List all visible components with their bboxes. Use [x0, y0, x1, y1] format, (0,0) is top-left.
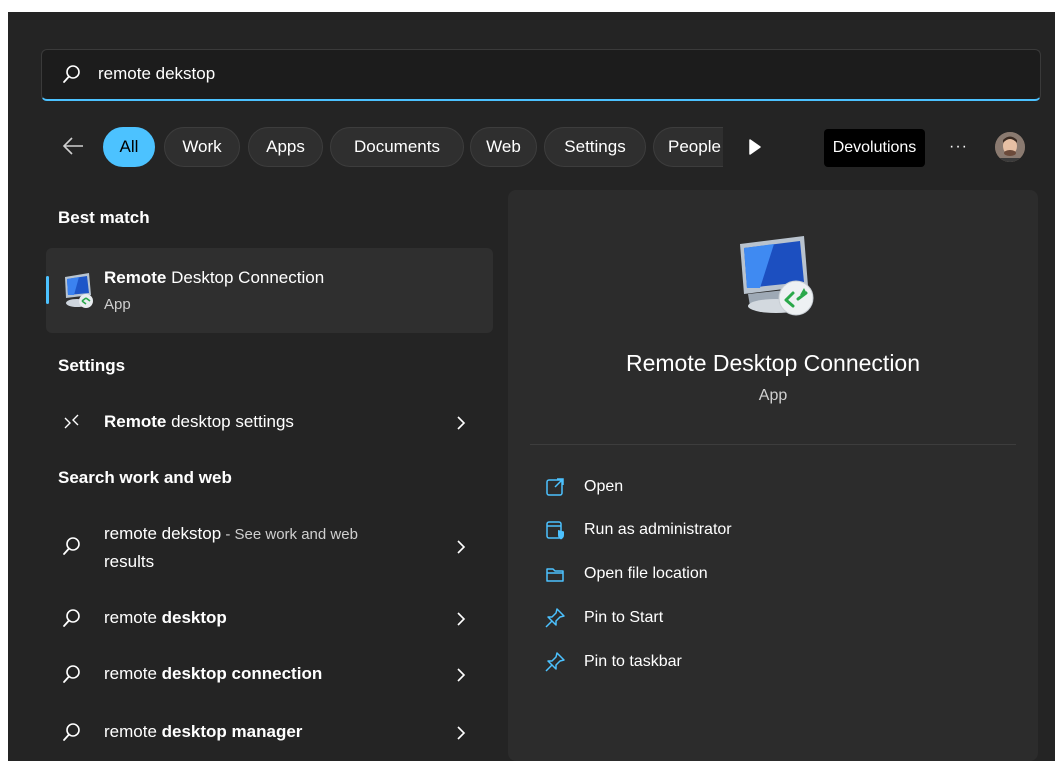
search-icon: [63, 665, 80, 683]
web-result-item[interactable]: remote desktop manager: [46, 710, 493, 754]
search-icon: [63, 65, 80, 83]
chevron-right-icon: [457, 540, 466, 554]
search-icon: [63, 723, 80, 741]
remote-desktop-settings-icon: [64, 414, 79, 429]
search-box[interactable]: remote dekstop: [41, 49, 1041, 101]
tab-documents[interactable]: Documents: [330, 127, 464, 167]
action-open-file-location[interactable]: Open file location: [544, 561, 844, 589]
web-result-label: remote desktop connection: [104, 664, 323, 683]
user-avatar[interactable]: [995, 132, 1025, 162]
best-match-title: Remote Desktop Connection: [104, 268, 325, 287]
organization-badge[interactable]: Devolutions: [824, 129, 925, 167]
action-label: Run as administrator: [584, 521, 732, 538]
web-result-label: remote desktop: [104, 608, 227, 627]
chevron-right-icon: [457, 416, 466, 430]
settings-item-label: Remote desktop settings: [104, 412, 294, 431]
remote-desktop-app-icon: [740, 236, 814, 316]
action-label: Open file location: [584, 565, 708, 582]
back-arrow-icon[interactable]: [61, 134, 85, 158]
more-options-button[interactable]: ···: [949, 138, 968, 156]
chevron-right-icon: [457, 612, 466, 626]
start-search-panel: remote dekstop All Work Apps Documents W…: [8, 12, 1055, 761]
tab-apps[interactable]: Apps: [248, 127, 323, 167]
action-label: Pin to Start: [584, 609, 664, 626]
search-icon: [63, 609, 80, 627]
search-icon: [63, 537, 80, 555]
web-result-label: remote desktop manager: [104, 722, 303, 741]
selection-indicator: [46, 276, 49, 304]
preview-title: Remote Desktop Connection: [625, 350, 921, 376]
divider: [530, 444, 1016, 445]
action-label: Open: [584, 478, 624, 495]
web-result-item[interactable]: remote desktop connection: [46, 652, 493, 696]
preview-pane: Remote Desktop Connection App Open Run a…: [508, 190, 1038, 761]
pin-icon: [545, 652, 565, 672]
preview-subtitle: App: [758, 387, 788, 404]
pin-icon: [545, 608, 565, 628]
search-work-web-heading: Search work and web: [58, 468, 232, 487]
chevron-right-icon: [457, 668, 466, 682]
best-match-item[interactable]: Remote Desktop Connection App: [46, 248, 493, 333]
settings-heading: Settings: [58, 356, 126, 375]
web-result-item[interactable]: remote dekstop - See work and web result…: [46, 514, 493, 578]
search-input[interactable]: remote dekstop: [98, 64, 215, 84]
scroll-right-icon[interactable]: [748, 139, 762, 155]
web-result-label: remote dekstop - See work and web: [104, 524, 358, 543]
tab-web[interactable]: Web: [470, 127, 537, 167]
tab-all[interactable]: All: [103, 127, 155, 167]
open-external-icon: [546, 478, 564, 496]
action-pin-to-start[interactable]: Pin to Start: [544, 605, 844, 633]
action-label: Pin to taskbar: [584, 653, 682, 670]
avatar-face-icon: [995, 132, 1025, 162]
tab-settings[interactable]: Settings: [544, 127, 646, 167]
best-match-heading: Best match: [58, 208, 150, 227]
web-result-item[interactable]: remote desktop: [46, 596, 493, 640]
chevron-right-icon: [457, 726, 466, 740]
remote-desktop-app-icon: [65, 273, 93, 308]
action-open[interactable]: Open: [544, 474, 844, 502]
action-run-as-admin[interactable]: Run as administrator: [544, 517, 844, 545]
admin-shield-icon: [546, 521, 564, 540]
web-result-label-line2: results: [104, 552, 155, 571]
action-pin-to-taskbar[interactable]: Pin to taskbar: [544, 649, 844, 677]
best-match-subtitle: App: [104, 296, 131, 313]
tab-work[interactable]: Work: [164, 127, 240, 167]
tab-people[interactable]: People: [653, 127, 723, 167]
settings-item-remote-desktop[interactable]: Remote desktop settings: [46, 400, 493, 444]
folder-icon: [546, 568, 564, 582]
